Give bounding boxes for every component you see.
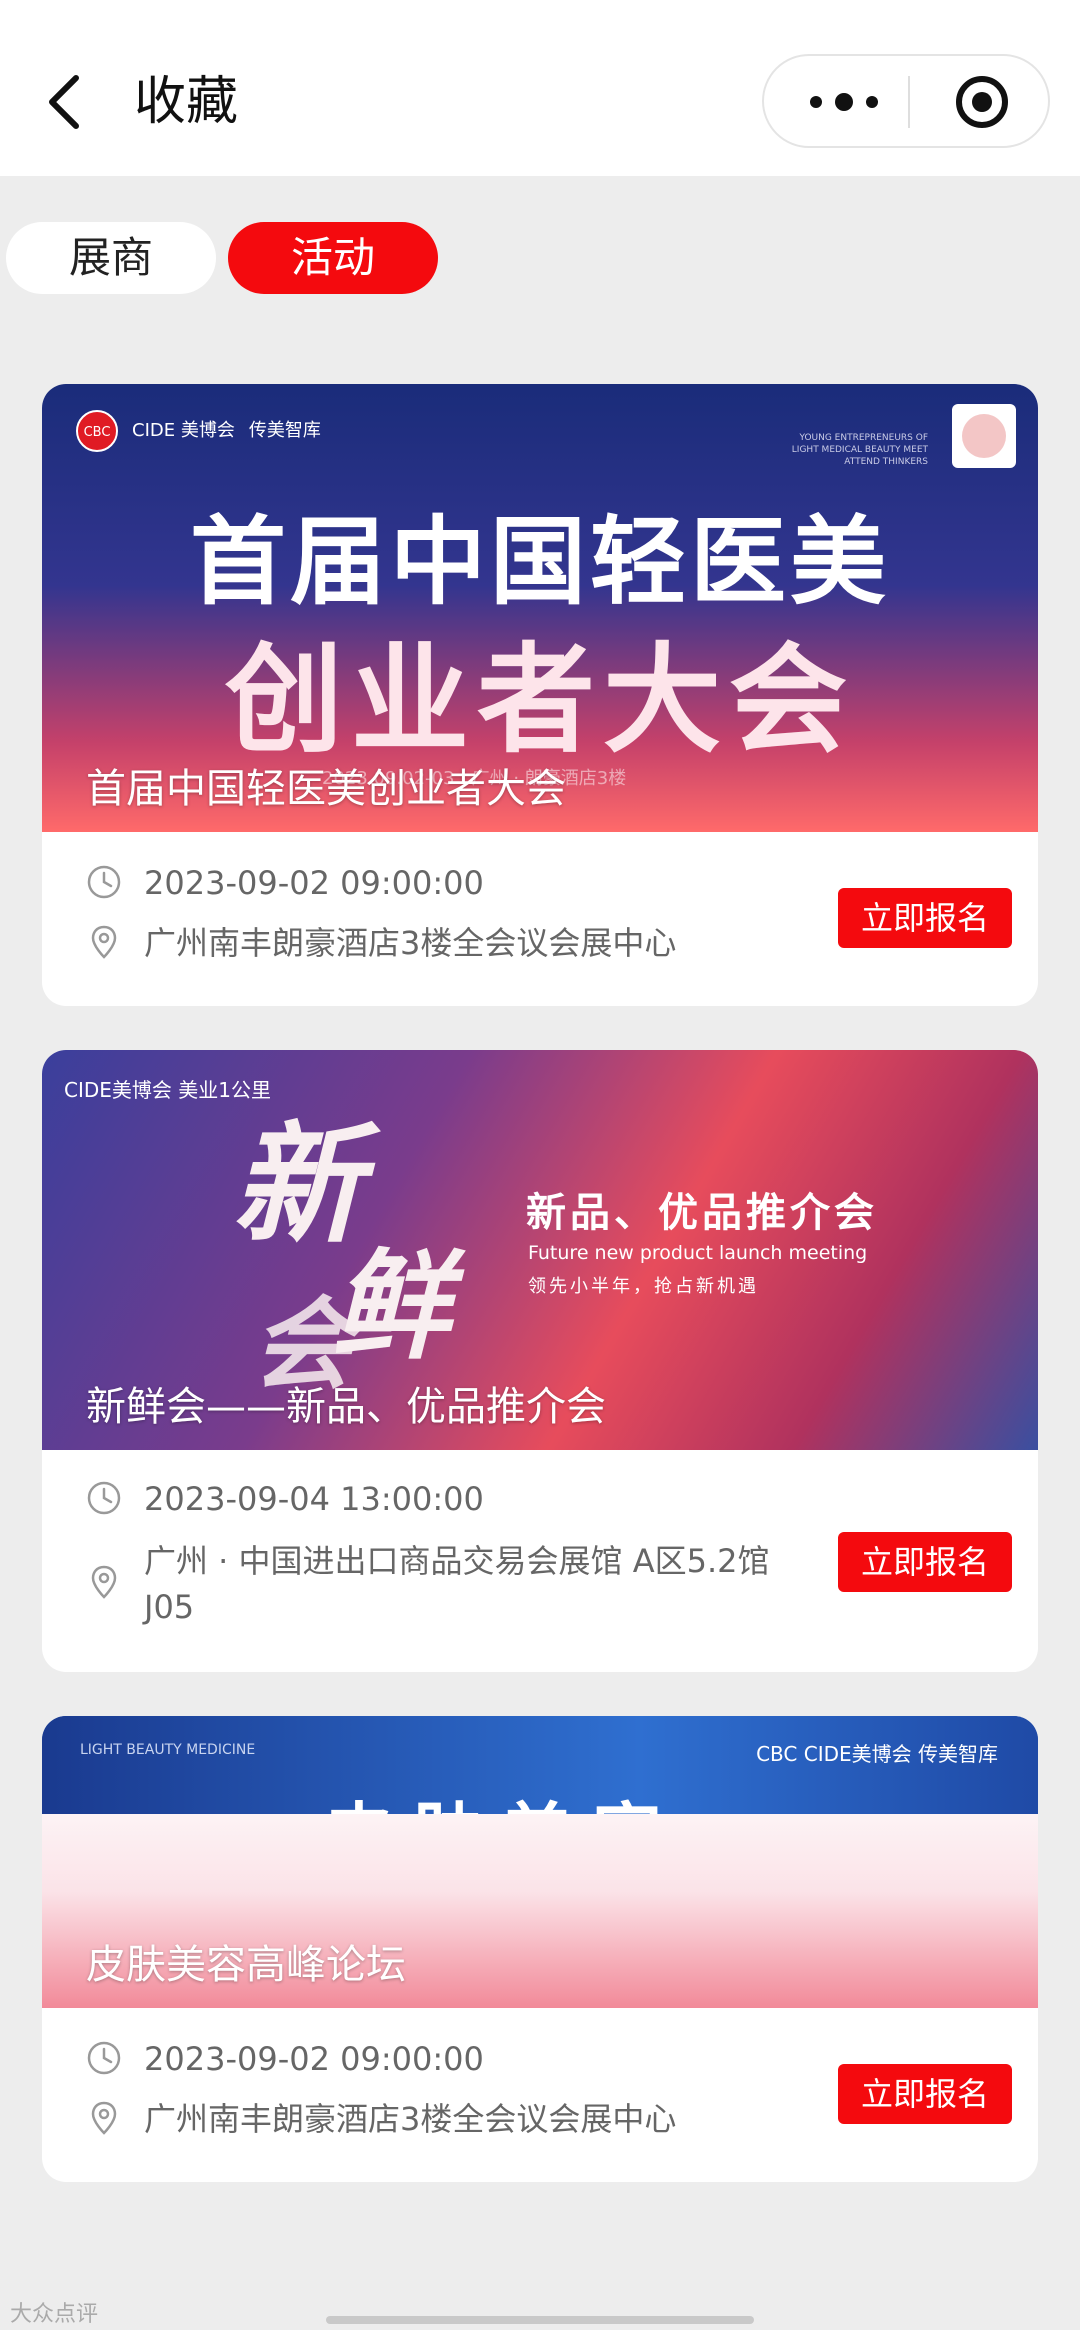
event-location: 广州南丰朗豪酒店3楼全会议会展中心 [144, 924, 677, 962]
event-time: 2023-09-02 09:00:00 [144, 2040, 484, 2078]
event-card[interactable]: CIDE美博会 美业1公里 新 鲜 会 新品、优品推介会 Future new … [42, 1050, 1038, 1672]
clock-icon [87, 2041, 121, 2075]
banner-left-text: LIGHT BEAUTY MEDICINE [80, 1742, 256, 1758]
event-location-row: 广州 · 中国进出口商品交易会展馆 A区5.2馆J05 [86, 1538, 794, 1630]
event-location-row: 广州南丰朗豪酒店3楼全会议会展中心 [86, 2096, 676, 2142]
event-info: 2023-09-02 09:00:00 广州南丰朗豪酒店3楼全会议会展中心 立即… [42, 2008, 1038, 2182]
tab-exhibitor[interactable]: 展商 [6, 222, 216, 294]
event-time: 2023-09-04 13:00:00 [144, 1480, 484, 1518]
event-info: 2023-09-02 09:00:00 广州南丰朗豪酒店3楼全会议会展中心 立即… [42, 832, 1038, 1006]
chevron-left-icon[interactable] [44, 70, 84, 134]
think-tank-logo: 传美智库 [248, 420, 321, 441]
event-title: 新鲜会——新品、优品推介会 [86, 1384, 606, 1430]
banner-headline: 新品、优品推介会 [526, 1190, 878, 1236]
event-title: 皮肤美容高峰论坛 [86, 1942, 406, 1988]
event-location-row: 广州南丰朗豪酒店3楼全会议会展中心 [86, 920, 676, 966]
signup-button[interactable]: 立即报名 [838, 2064, 1012, 2124]
banner-slogan: 领先小半年，抢占新机遇 [528, 1276, 759, 1297]
page-title: 收藏 [134, 72, 239, 132]
event-info: 2023-09-04 13:00:00 广州 · 中国进出口商品交易会展馆 A区… [42, 1450, 1038, 1672]
location-pin-icon [91, 2101, 117, 2135]
event-banner[interactable]: LIGHT BEAUTY MEDICINE CBC CIDE美博会 传美智库 皮… [42, 1716, 1038, 2008]
more-dots-icon[interactable] [804, 82, 884, 122]
capsule-divider [908, 76, 910, 128]
event-time: 2023-09-02 09:00:00 [144, 864, 484, 902]
target-circle-icon[interactable] [954, 74, 1010, 130]
watermark: 大众点评 [10, 2302, 99, 2327]
location-pin-icon [91, 925, 117, 959]
banner-headline-2: 创业者大会 [224, 631, 855, 769]
event-time-row: 2023-09-04 13:00:00 [86, 1476, 484, 1522]
event-card[interactable]: LIGHT BEAUTY MEDICINE CBC CIDE美博会 传美智库 皮… [42, 1716, 1038, 2182]
banner-corner-text: YOUNG ENTREPRENEURS OF LIGHT MEDICAL BEA… [791, 433, 928, 467]
event-time-row: 2023-09-02 09:00:00 [86, 2036, 484, 2082]
banner-logos: CBC CIDE美博会 传美智库 [756, 1742, 998, 1766]
location-pin-icon [91, 1565, 117, 1599]
event-location: 广州 · 中国进出口商品交易会展馆 A区5.2馆J05 [144, 1542, 770, 1626]
clock-icon [87, 1481, 121, 1515]
banner-english: Future new product launch meeting [528, 1242, 868, 1264]
clock-icon [87, 865, 121, 899]
home-indicator[interactable] [326, 2316, 754, 2324]
event-banner[interactable]: CBC CIDE 美博会 传美智库 YOUNG ENTREPRENEURS OF… [42, 384, 1038, 832]
event-card[interactable]: CBC CIDE 美博会 传美智库 YOUNG ENTREPRENEURS OF… [42, 384, 1038, 1006]
event-banner[interactable]: CIDE美博会 美业1公里 新 鲜 会 新品、优品推介会 Future new … [42, 1050, 1038, 1450]
event-time-row: 2023-09-02 09:00:00 [86, 860, 484, 906]
cbc-logo: CBC [76, 410, 118, 452]
mini-program-capsule [762, 54, 1050, 148]
header: 收藏 [0, 0, 1080, 176]
banner-logos: CIDE美博会 美业1公里 [64, 1078, 271, 1102]
banner-logos: CBC CIDE 美博会 传美智库 [76, 410, 321, 452]
banner-headline: 首届中国轻医美 [190, 506, 890, 618]
cide-logo: CIDE 美博会 [132, 420, 235, 441]
tab-activity[interactable]: 活动 [228, 222, 438, 294]
signup-button[interactable]: 立即报名 [838, 888, 1012, 948]
event-location: 广州南丰朗豪酒店3楼全会议会展中心 [144, 2100, 677, 2138]
event-title: 首届中国轻医美创业者大会 [86, 766, 566, 812]
qr-code [952, 404, 1016, 468]
signup-button[interactable]: 立即报名 [838, 1532, 1012, 1592]
